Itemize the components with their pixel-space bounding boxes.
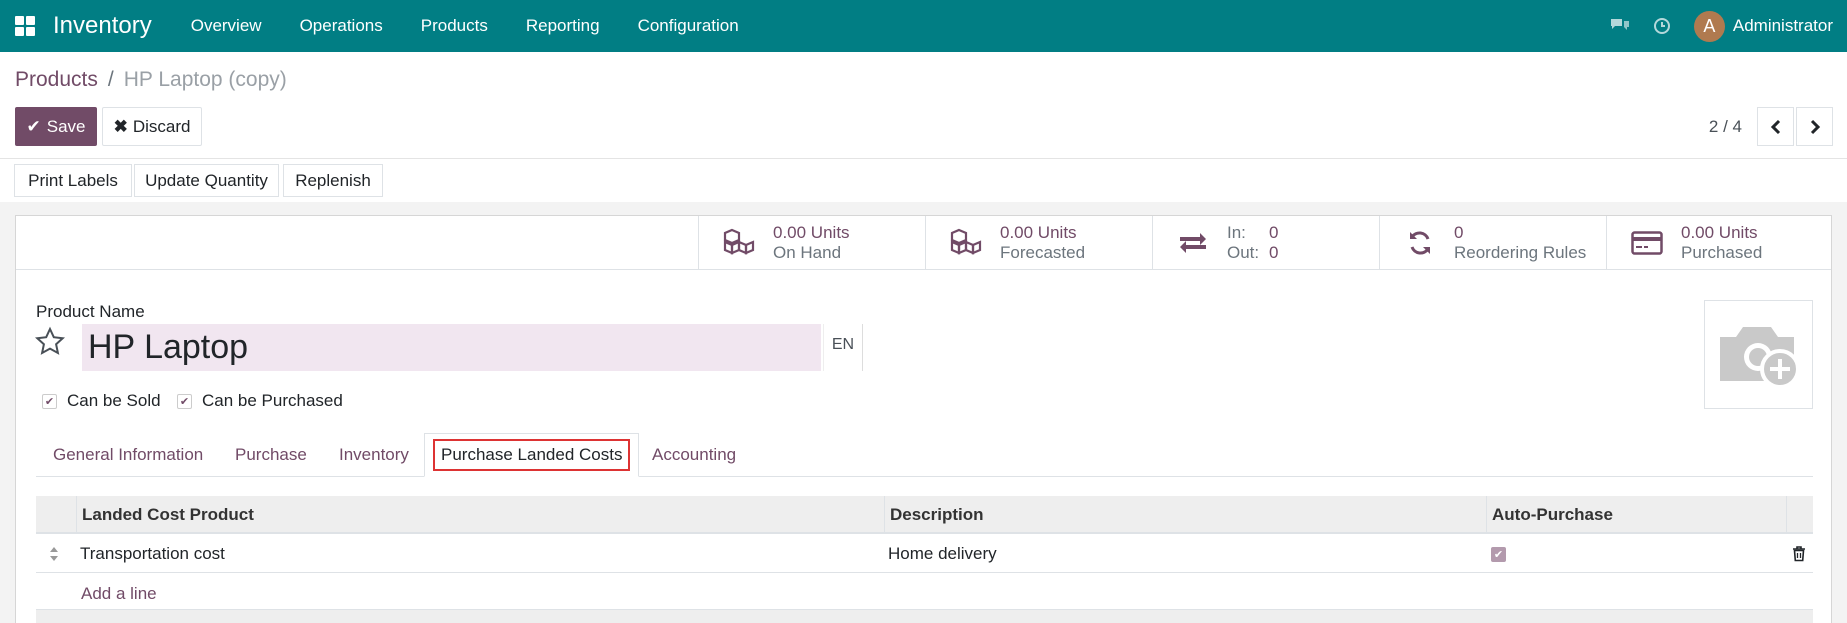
can-be-sold-label: Can be Sold [67, 391, 161, 410]
apps-menu-icon[interactable] [15, 16, 35, 36]
replenish-button[interactable]: Replenish [283, 164, 383, 197]
menu-products[interactable]: Products [402, 16, 507, 36]
cell-auto-purchase[interactable]: ✔ [1491, 535, 1506, 573]
checkbox-checked[interactable]: ✔ [42, 393, 57, 409]
product-name-input[interactable] [82, 324, 821, 371]
tab-general-information[interactable]: General Information [53, 433, 203, 477]
app-brand[interactable]: Inventory [53, 12, 152, 40]
forecasted-value: 0.00 Units [1000, 223, 1077, 242]
breadcrumb: Products / HP Laptop (copy) [15, 68, 287, 92]
purchased-value: 0.00 Units [1681, 223, 1758, 242]
delete-row-button[interactable] [1792, 535, 1806, 573]
check-icon: ✔ [26, 116, 41, 136]
column-landed-cost-product[interactable]: Landed Cost Product [76, 496, 884, 534]
reordering-label: Reordering Rules [1454, 243, 1587, 262]
print-labels-button[interactable]: Print Labels [14, 164, 132, 197]
out-value: 0 [1269, 243, 1279, 262]
tab-purchase[interactable]: Purchase [235, 433, 307, 477]
auto-purchase-checkbox[interactable]: ✔ [1491, 546, 1506, 562]
can-be-sold-checkbox[interactable]: ✔ Can be Sold [42, 391, 161, 411]
credit-card-icon [1627, 226, 1667, 260]
column-description[interactable]: Description [884, 496, 1486, 534]
handle-column-header [36, 496, 76, 534]
breadcrumb-current: HP Laptop (copy) [123, 68, 287, 91]
on-hand-value: 0.00 Units [773, 223, 850, 242]
save-button[interactable]: ✔ Save [15, 107, 97, 146]
discard-label: Discard [132, 116, 191, 136]
tab-purchase-landed-costs-label: Purchase Landed Costs [433, 439, 631, 471]
refresh-icon [1400, 226, 1440, 260]
table-row[interactable]: Transportation cost Home delivery ✔ [36, 535, 1813, 573]
activity-clock-icon[interactable] [1652, 16, 1672, 36]
language-button[interactable]: EN [823, 324, 863, 371]
form-sheet: 0.00 Units On Hand 0.00 Units Forecasted… [15, 215, 1832, 623]
product-image-upload[interactable] [1704, 300, 1813, 409]
pager-value[interactable]: 2 / 4 [1709, 117, 1742, 137]
breadcrumb-products[interactable]: Products [15, 68, 98, 92]
top-navbar: Inventory Overview Operations Products R… [0, 0, 1847, 52]
can-be-purchased-checkbox[interactable]: ✔ Can be Purchased [177, 391, 343, 411]
chevron-left-icon [1770, 119, 1780, 134]
update-quantity-button[interactable]: Update Quantity [134, 164, 279, 197]
pager-previous-button[interactable] [1757, 107, 1794, 146]
menu-operations[interactable]: Operations [281, 16, 402, 36]
cell-description[interactable]: Home delivery [888, 535, 997, 573]
tab-purchase-landed-costs[interactable]: Purchase Landed Costs [424, 433, 640, 477]
tab-inventory[interactable]: Inventory [339, 433, 409, 477]
product-name-label: Product Name [36, 302, 145, 321]
in-value: 0 [1269, 223, 1279, 242]
drag-handle-icon[interactable] [49, 546, 59, 562]
close-icon: ✖ [113, 116, 128, 136]
out-label: Out: [1227, 243, 1260, 262]
save-label: Save [46, 116, 86, 136]
stat-forecasted-button[interactable]: 0.00 Units Forecasted [925, 216, 1152, 270]
purchased-label: Purchased [1681, 243, 1763, 262]
menu-overview[interactable]: Overview [172, 16, 281, 36]
pager-next-button[interactable] [1796, 107, 1833, 146]
menu-configuration[interactable]: Configuration [619, 16, 758, 36]
stat-purchased-button[interactable]: 0.00 Units Purchased [1606, 216, 1833, 270]
in-label: In: [1227, 223, 1246, 242]
messages-icon[interactable] [1610, 16, 1630, 36]
cubes-icon [719, 226, 759, 260]
stat-on-hand-button[interactable]: 0.00 Units On Hand [698, 216, 925, 270]
table-header: Landed Cost Product Description Auto-Pur… [36, 496, 1813, 534]
star-icon[interactable] [34, 326, 66, 358]
cubes-icon [946, 226, 986, 260]
column-auto-purchase[interactable]: Auto-Purchase [1486, 496, 1786, 534]
avatar[interactable]: A [1693, 10, 1725, 42]
trash-icon [1793, 546, 1805, 562]
tab-accounting[interactable]: Accounting [652, 433, 736, 477]
stat-reordering-button[interactable]: 0 Reordering Rules [1379, 216, 1606, 270]
on-hand-label: On Hand [773, 243, 842, 262]
smart-buttons: 0.00 Units On Hand 0.00 Units Forecasted… [16, 216, 1831, 270]
breadcrumb-separator: / [107, 68, 114, 91]
can-be-purchased-label: Can be Purchased [202, 391, 343, 410]
cell-product[interactable]: Transportation cost [80, 535, 225, 573]
forecasted-label: Forecasted [1000, 243, 1086, 262]
exchange-icon [1173, 226, 1213, 260]
menu-reporting[interactable]: Reporting [507, 16, 619, 36]
add-line-link[interactable]: Add a line [81, 584, 157, 604]
reordering-value: 0 [1454, 223, 1464, 242]
delete-column-header [1786, 496, 1813, 534]
table-footer [36, 610, 1813, 623]
notebook-tabs: General Information Purchase Inventory P… [36, 433, 1813, 477]
stat-in-out-button[interactable]: In: 0 Out: 0 [1152, 216, 1379, 270]
camera-add-icon [1719, 326, 1800, 389]
checkbox-checked[interactable]: ✔ [177, 393, 192, 409]
chevron-right-icon [1810, 119, 1820, 134]
user-menu[interactable]: Administrator [1733, 16, 1833, 36]
discard-button[interactable]: ✖ Discard [102, 107, 202, 146]
